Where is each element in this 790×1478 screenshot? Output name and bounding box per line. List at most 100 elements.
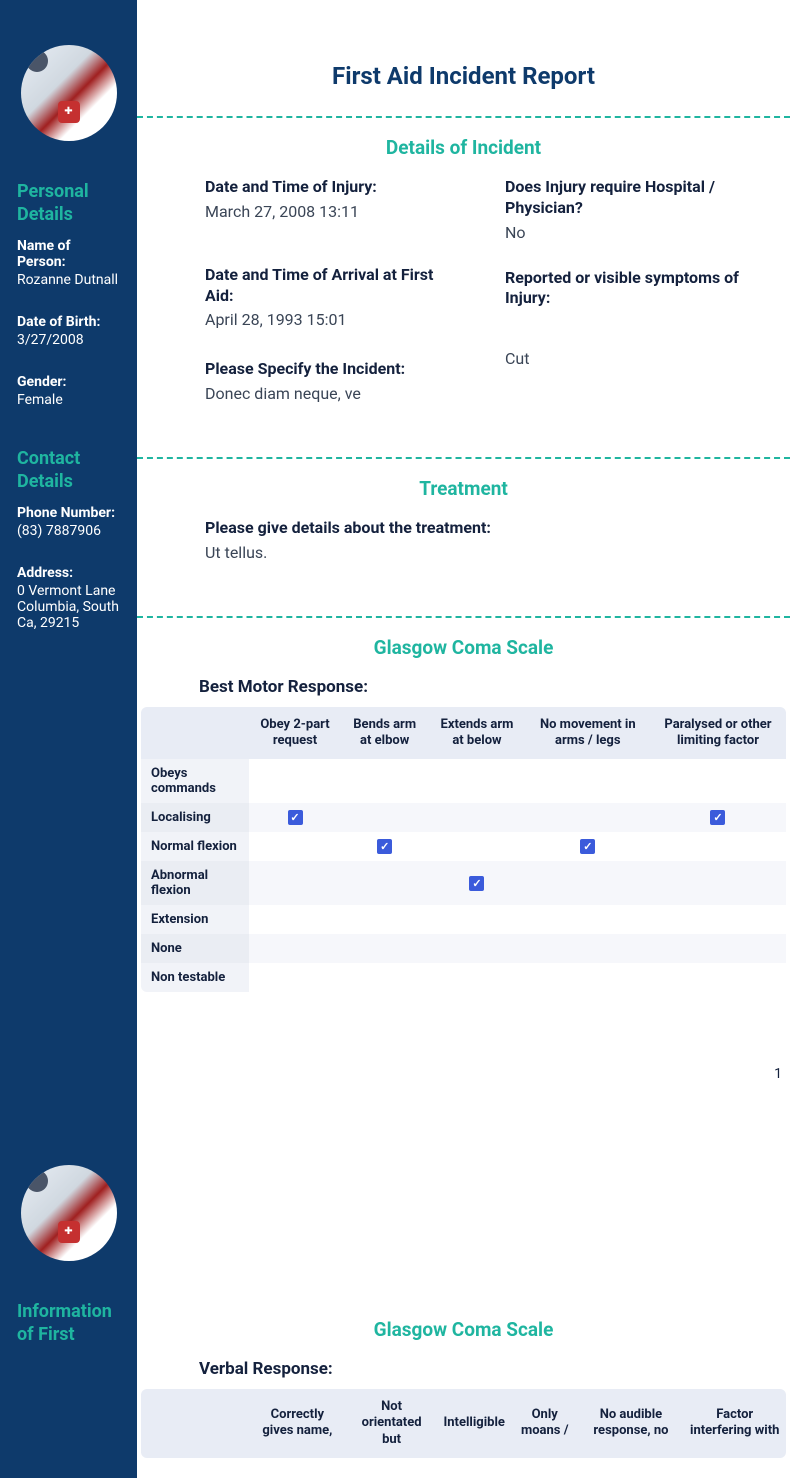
checkbox-cell[interactable]: ✓	[526, 832, 650, 861]
checkbox-cell[interactable]	[249, 905, 341, 934]
checkbox-cell[interactable]	[428, 759, 525, 803]
field-gender: Gender: Female	[17, 374, 120, 408]
treatment-details-value: Ut tellus.	[205, 543, 705, 562]
dob-value: 3/27/2008	[17, 332, 120, 348]
check-icon: ✓	[288, 810, 303, 825]
avatar-image	[21, 1165, 117, 1261]
checkbox-cell[interactable]	[526, 803, 650, 832]
sidebar: Information of First	[0, 1120, 137, 1478]
motor-table-head: Obey 2-part requestBends arm at elbowExt…	[141, 707, 786, 760]
checkbox-cell[interactable]	[526, 905, 650, 934]
field-name: Name of Person: Rozanne Dutnall	[17, 238, 120, 288]
motor-col-header	[141, 707, 249, 760]
checkbox-cell[interactable]	[341, 759, 428, 803]
specify-label: Please Specify the Incident:	[205, 359, 465, 380]
motor-col-header: Paralysed or other limiting factor	[650, 707, 786, 760]
page-number: 1	[774, 1066, 782, 1082]
page-2: Information of First Glasgow Coma Scale …	[0, 1120, 790, 1478]
table-row: Non testable	[141, 963, 786, 992]
checkbox-cell[interactable]	[428, 803, 525, 832]
checkbox-cell[interactable]	[341, 963, 428, 992]
field-dob: Date of Birth: 3/27/2008	[17, 314, 120, 348]
main-content-2: Glasgow Coma Scale Verbal Response: Corr…	[137, 1120, 790, 1478]
item-specify: Please Specify the Incident: Donec diam …	[205, 359, 465, 403]
table-row: None	[141, 934, 786, 963]
checkbox-cell[interactable]	[650, 832, 786, 861]
avatar-image	[21, 45, 117, 141]
checkbox-cell[interactable]	[526, 861, 650, 905]
verbal-response-label: Verbal Response:	[137, 1359, 790, 1389]
page-title: First Aid Incident Report	[137, 0, 790, 116]
check-icon: ✓	[580, 839, 595, 854]
address-label: Address:	[17, 565, 120, 581]
checkbox-cell[interactable]	[341, 934, 428, 963]
treatment-col: Please give details about the treatment:…	[205, 518, 705, 588]
name-value: Rozanne Dutnall	[17, 272, 120, 288]
specify-value: Donec diam neque, ve	[205, 384, 465, 403]
row-label: Extension	[141, 905, 249, 934]
checkbox-cell[interactable]	[341, 803, 428, 832]
table-row: Abnormal flexion✓	[141, 861, 786, 905]
motor-response-table: Obey 2-part requestBends arm at elbow Ext…	[141, 707, 786, 993]
checkbox-cell[interactable]	[428, 934, 525, 963]
checkbox-cell[interactable]	[341, 861, 428, 905]
checkbox-cell[interactable]	[650, 905, 786, 934]
row-label: Normal flexion	[141, 832, 249, 861]
gender-label: Gender:	[17, 374, 120, 390]
checkbox-cell[interactable]	[428, 832, 525, 861]
checkbox-cell[interactable]: ✓	[650, 803, 786, 832]
table-row: Normal flexion ✓ ✓	[141, 832, 786, 861]
motor-col-header: Obey 2-part request	[249, 707, 341, 760]
checkbox-cell[interactable]	[650, 934, 786, 963]
row-label: Obeys commands	[141, 759, 249, 803]
address-value: 0 Vermont Lane Columbia, South Ca, 29215	[17, 583, 120, 631]
symptoms-label: Reported or visible symptoms of Injury:	[505, 268, 765, 310]
checkbox-cell[interactable]: ✓	[341, 832, 428, 861]
checkbox-cell[interactable]	[650, 759, 786, 803]
row-label: Localising	[141, 803, 249, 832]
details-grid: Date and Time of Injury: March 27, 2008 …	[137, 177, 790, 457]
row-label: None	[141, 934, 249, 963]
details-section-title: Details of Incident	[137, 118, 790, 177]
checkbox-cell[interactable]	[249, 759, 341, 803]
sidebar: Personal Details Name of Person: Rozanne…	[0, 0, 137, 1120]
injury-time-label: Date and Time of Injury:	[205, 177, 465, 198]
checkbox-cell[interactable]	[650, 963, 786, 992]
field-phone: Phone Number: (83) 7887906	[17, 505, 120, 539]
check-icon: ✓	[469, 876, 484, 891]
motor-col-header: Bends arm at elbow	[341, 707, 428, 760]
verbal-col-header: Only moans /	[511, 1389, 579, 1458]
verbal-col-header: Not orientated but	[346, 1389, 438, 1458]
checkbox-cell[interactable]	[428, 963, 525, 992]
phone-label: Phone Number:	[17, 505, 120, 521]
checkbox-cell[interactable]	[249, 832, 341, 861]
checkbox-cell[interactable]	[526, 759, 650, 803]
item-symptoms: Reported or visible symptoms of Injury: …	[505, 268, 765, 369]
phone-value: (83) 7887906	[17, 523, 120, 539]
verbal-col-header: Intelligible	[437, 1389, 510, 1458]
motor-col-header: No movement in arms / legs	[526, 707, 650, 760]
checkbox-cell[interactable]	[526, 963, 650, 992]
gender-value: Female	[17, 392, 120, 408]
checkbox-cell[interactable]: ✓	[428, 861, 525, 905]
checkbox-cell[interactable]	[428, 905, 525, 934]
arrival-label: Date and Time of Arrival at First Aid:	[205, 265, 465, 307]
item-arrival: Date and Time of Arrival at First Aid: A…	[205, 265, 465, 330]
motor-response-label: Best Motor Response:	[137, 677, 790, 707]
check-icon: ✓	[710, 810, 725, 825]
checkbox-cell[interactable]: ✓	[249, 803, 341, 832]
verbal-col-header: No audible response, no	[579, 1389, 684, 1458]
checkbox-cell[interactable]	[249, 963, 341, 992]
checkbox-cell[interactable]	[526, 934, 650, 963]
hospital-value: No	[505, 223, 765, 242]
main-content: First Aid Incident Report Details of Inc…	[137, 0, 790, 1120]
verbal-col-header: Correctly gives name,	[249, 1389, 346, 1458]
verbal-response-table: Correctly gives name,Not orientated butI…	[141, 1389, 786, 1458]
symptoms-value: Cut	[505, 349, 765, 368]
checkbox-cell[interactable]	[650, 861, 786, 905]
checkbox-cell[interactable]	[249, 934, 341, 963]
treatment-grid: Please give details about the treatment:…	[137, 518, 790, 616]
checkbox-cell[interactable]	[249, 861, 341, 905]
checkbox-cell[interactable]	[341, 905, 428, 934]
hospital-label: Does Injury require Hospital / Physician…	[505, 177, 765, 219]
